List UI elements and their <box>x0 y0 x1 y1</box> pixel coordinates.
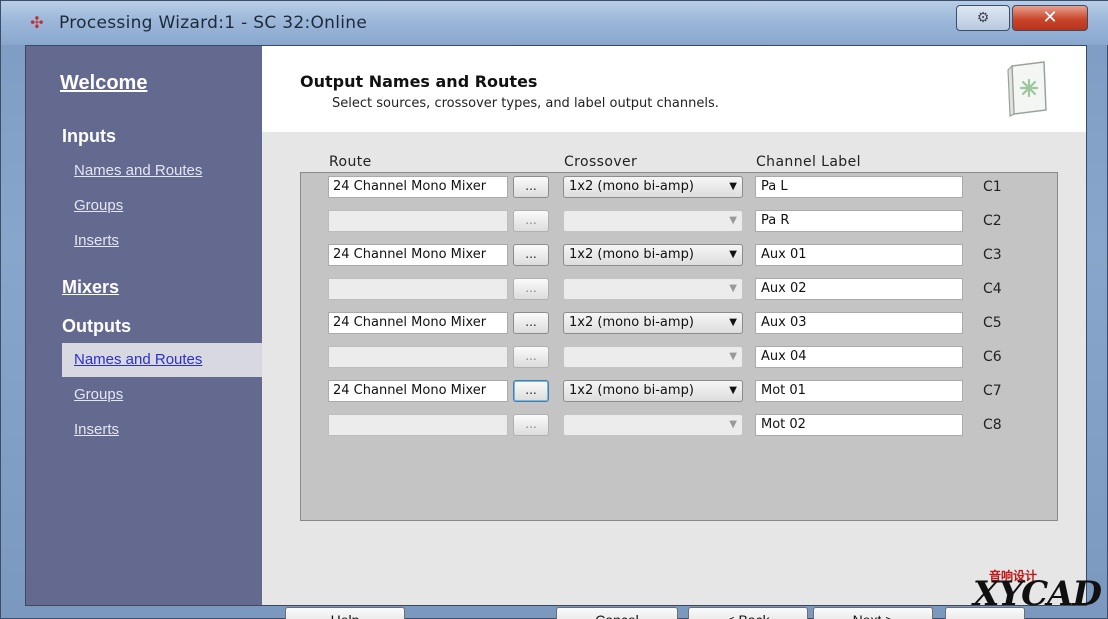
table-row: ... ▼ Aux 04 C6 <box>301 343 1059 369</box>
channel-id: C4 <box>983 281 1002 297</box>
nav-heading-outputs: Outputs <box>62 316 131 336</box>
crossover-value: 1x2 (mono bi-amp) <box>569 383 694 398</box>
next-button[interactable]: Next > <box>813 607 933 619</box>
page-subtitle: Select sources, crossover types, and lab… <box>332 96 719 111</box>
output-routes-panel: Route Crossover Channel Label 24 Channel… <box>262 132 1086 619</box>
route-browse-button[interactable]: ... <box>513 244 549 266</box>
help-button[interactable]: Help <box>285 607 405 619</box>
channel-label-input[interactable]: Pa R <box>755 210 963 232</box>
crossover-select[interactable]: 1x2 (mono bi-amp) ▼ <box>563 312 743 334</box>
channel-id: C5 <box>983 315 1002 331</box>
wizard-book-icon <box>1007 61 1047 117</box>
nav-inputs-inserts[interactable]: Inserts <box>74 232 119 249</box>
channel-id: C3 <box>983 247 1002 263</box>
nav-welcome[interactable]: Welcome <box>60 72 147 95</box>
dropdown-arrow-icon: ▼ <box>729 419 737 430</box>
crossover-value: 1x2 (mono bi-amp) <box>569 179 694 194</box>
route-field[interactable] <box>328 210 508 232</box>
route-field[interactable]: 24 Channel Mono Mixer <box>328 244 508 266</box>
crossover-select[interactable]: ▼ <box>563 278 743 300</box>
route-browse-button[interactable]: ... <box>513 414 549 436</box>
channel-label-input[interactable]: Aux 02 <box>755 278 963 300</box>
channel-label-input[interactable]: Mot 02 <box>755 414 963 436</box>
channel-label-input[interactable]: Pa L <box>755 176 963 198</box>
nav-mixers[interactable]: Mixers <box>62 277 119 298</box>
column-header-route: Route <box>329 154 372 170</box>
page-title: Output Names and Routes <box>300 72 538 91</box>
table-row: 24 Channel Mono Mixer ... 1x2 (mono bi-a… <box>301 241 1059 267</box>
crossover-select[interactable]: 1x2 (mono bi-amp) ▼ <box>563 380 743 402</box>
dropdown-arrow-icon: ▼ <box>729 351 737 362</box>
route-field[interactable]: 24 Channel Mono Mixer <box>328 312 508 334</box>
processing-wizard-window: ✣ Processing Wizard:1 - SC 32:Online ⚙ ✕… <box>0 0 1108 619</box>
route-browse-button[interactable]: ... <box>513 278 549 300</box>
column-header-channel-label: Channel Label <box>756 154 861 170</box>
dropdown-arrow-icon: ▼ <box>729 317 737 328</box>
dropdown-arrow-icon: ▼ <box>729 249 737 260</box>
gear-icon: ⚙ <box>976 10 990 26</box>
table-row: 24 Channel Mono Mixer ... 1x2 (mono bi-a… <box>301 173 1059 199</box>
channel-id: C7 <box>983 383 1002 399</box>
nav-outputs-names-and-routes[interactable]: Names and Routes <box>74 351 202 368</box>
table-row: ... ▼ Aux 02 C4 <box>301 275 1059 301</box>
table-row: 24 Channel Mono Mixer ... 1x2 (mono bi-a… <box>301 377 1059 403</box>
channel-id: C1 <box>983 179 1002 195</box>
window-title: Processing Wizard:1 - SC 32:Online <box>59 13 368 33</box>
nav-inputs-groups[interactable]: Groups <box>74 197 123 214</box>
nav-outputs-groups[interactable]: Groups <box>74 386 123 403</box>
route-field[interactable] <box>328 414 508 436</box>
route-browse-button[interactable]: ... <box>513 380 549 402</box>
route-field[interactable]: 24 Channel Mono Mixer <box>328 380 508 402</box>
nav-outputs-inserts[interactable]: Inserts <box>74 421 119 438</box>
output-channel-grid: 24 Channel Mono Mixer ... 1x2 (mono bi-a… <box>300 172 1058 521</box>
app-icon: ✣ <box>30 13 44 32</box>
channel-id: C8 <box>983 417 1002 433</box>
table-row: 24 Channel Mono Mixer ... 1x2 (mono bi-a… <box>301 309 1059 335</box>
crossover-value: 1x2 (mono bi-amp) <box>569 315 694 330</box>
crossover-select[interactable]: 1x2 (mono bi-amp) ▼ <box>563 176 743 198</box>
channel-id: C2 <box>983 213 1002 229</box>
close-icon: ✕ <box>1042 7 1058 28</box>
nav-inputs-names-and-routes[interactable]: Names and Routes <box>74 162 202 179</box>
dropdown-arrow-icon: ▼ <box>729 283 737 294</box>
crossover-value: 1x2 (mono bi-amp) <box>569 247 694 262</box>
title-bar[interactable]: ✣ Processing Wizard:1 - SC 32:Online ⚙ ✕ <box>1 1 1108 45</box>
crossover-select[interactable]: ▼ <box>563 346 743 368</box>
cancel-button[interactable]: Cancel <box>556 607 678 619</box>
close-button[interactable]: ✕ <box>1012 5 1088 31</box>
column-header-crossover: Crossover <box>564 154 638 170</box>
route-browse-button[interactable]: ... <box>513 312 549 334</box>
route-field[interactable]: 24 Channel Mono Mixer <box>328 176 508 198</box>
crossover-select[interactable]: 1x2 (mono bi-amp) ▼ <box>563 244 743 266</box>
title-help-button[interactable]: ⚙ <box>956 5 1010 31</box>
channel-id: C6 <box>983 349 1002 365</box>
channel-label-input[interactable]: Aux 04 <box>755 346 963 368</box>
wizard-client: Welcome Inputs Names and Routes Groups I… <box>25 45 1087 619</box>
page-header: Output Names and Routes Select sources, … <box>262 46 1086 132</box>
crossover-select[interactable]: ▼ <box>563 414 743 436</box>
dropdown-arrow-icon: ▼ <box>729 215 737 226</box>
back-button[interactable]: < Back <box>688 607 808 619</box>
table-row: ... ▼ Pa R C2 <box>301 207 1059 233</box>
dropdown-arrow-icon: ▼ <box>729 385 737 396</box>
route-browse-button[interactable]: ... <box>513 346 549 368</box>
watermark-logo-text: XYCAD <box>973 574 1102 614</box>
route-browse-button[interactable]: ... <box>513 210 549 232</box>
nav-heading-inputs: Inputs <box>62 126 116 146</box>
channel-label-input[interactable]: Aux 01 <box>755 244 963 266</box>
table-row: ... ▼ Mot 02 C8 <box>301 411 1059 437</box>
route-field[interactable] <box>328 346 508 368</box>
route-browse-button[interactable]: ... <box>513 176 549 198</box>
channel-label-input[interactable]: Aux 03 <box>755 312 963 334</box>
wizard-sidebar: Welcome Inputs Names and Routes Groups I… <box>26 46 262 605</box>
crossover-select[interactable]: ▼ <box>563 210 743 232</box>
route-field[interactable] <box>328 278 508 300</box>
channel-label-input[interactable]: Mot 01 <box>755 380 963 402</box>
dropdown-arrow-icon: ▼ <box>729 181 737 192</box>
